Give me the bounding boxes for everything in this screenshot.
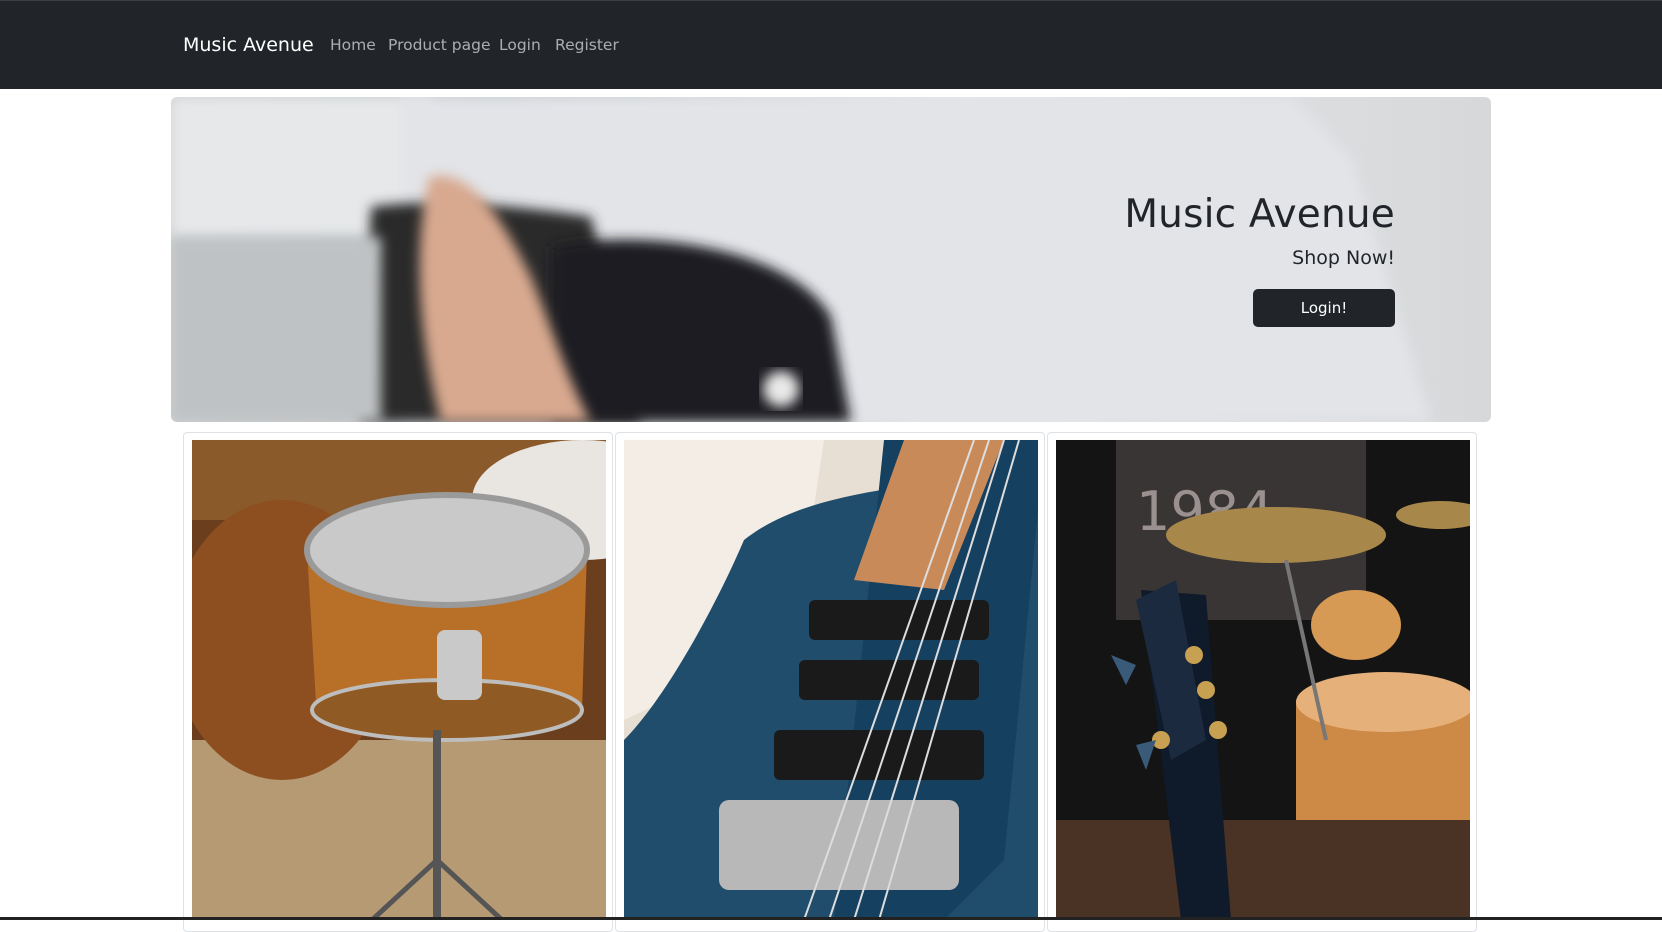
product-card[interactable]: 1984 [1047,432,1477,932]
nav-link-product-page[interactable]: Product page [388,36,491,54]
hero-subtitle: Shop Now! [1292,247,1395,269]
nav-link-register[interactable]: Register [555,36,619,54]
bass-and-drums-image[interactable]: 1984 [1056,440,1470,920]
electric-guitar-image[interactable] [624,440,1038,920]
navbar-brand[interactable]: Music Avenue [183,34,314,56]
product-card[interactable] [615,432,1045,932]
top-navbar: Music Avenue Home Product page Login Reg… [0,0,1662,89]
hero-title: Music Avenue [1124,192,1395,237]
product-card-grid: 1984 [183,432,1479,932]
hero-login-button[interactable]: Login! [1253,289,1395,327]
hero-banner: Music Avenue Shop Now! Login! [171,97,1491,422]
drum-kit-image[interactable] [192,440,606,920]
nav-link-home[interactable]: Home [330,36,376,54]
product-card[interactable] [183,432,613,932]
nav-link-login[interactable]: Login [499,36,541,54]
